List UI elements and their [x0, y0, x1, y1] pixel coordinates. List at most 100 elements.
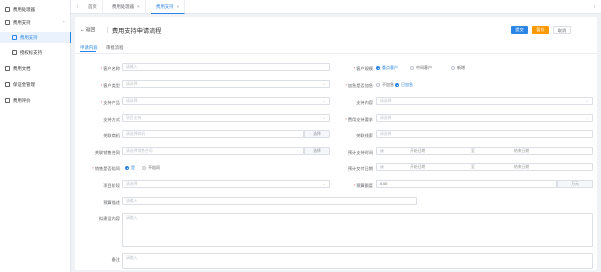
divider [107, 27, 108, 33]
expected-start-label: 预计支持时间 [347, 150, 373, 155]
need-visit-option-yes[interactable]: 是 [125, 165, 135, 171]
expected-finish-range[interactable]: ▦ [376, 163, 593, 171]
select-business-button[interactable]: 选择 [304, 130, 330, 138]
radio-unchecked-icon [376, 83, 380, 87]
range-end-placeholder: 结束日期 [514, 149, 530, 153]
tab-label: 首页 [88, 4, 97, 9]
chevron-down-icon: ⌄ [585, 115, 589, 120]
sidebar-item-fee-processor[interactable]: 费用处理器 [0, 4, 71, 15]
customer-type-select[interactable]: 请选择 ⌄ [122, 80, 330, 88]
select-placeholder: 请选择 [126, 182, 138, 186]
project-content-textarea[interactable]: 请输入 [122, 213, 593, 247]
budget-input[interactable]: 0.00 [376, 180, 557, 188]
remark-label: 备注 [111, 257, 120, 262]
range-start-placeholder: 开始日期 [410, 165, 426, 169]
chevron-down-icon: ⌄ [322, 181, 326, 186]
radio-checked-icon [395, 83, 399, 87]
main-card: ← 返回 费用支持申请流程 提交 暂存 取消 申请内容 审批流程 *客户名称 请… [75, 17, 597, 270]
radio-unchecked-icon [410, 66, 414, 70]
back-button[interactable]: ← 返回 [80, 27, 95, 33]
support-method-label: 支持方式 [103, 117, 120, 122]
document-icon [12, 50, 17, 55]
sidebar-item-deposit[interactable]: 保证金管理 [0, 79, 71, 90]
support-product-label: *支持产品 [100, 100, 120, 105]
related-clue-label: 关联线索 [356, 133, 373, 138]
radio-unchecked-icon [451, 66, 455, 70]
customer-type-label: *客户类型 [100, 83, 120, 88]
range-separator: 至 [471, 149, 475, 153]
sidebar-item-label: 保证金管理 [13, 81, 35, 87]
document-icon [12, 35, 17, 40]
close-icon[interactable]: × [177, 4, 180, 9]
sidebar-item-label: 授权标支持 [20, 49, 42, 55]
sidebar-item-fee-support[interactable]: 费用支持 [0, 32, 71, 43]
star-icon [5, 98, 10, 103]
budget-label: *预算额度 [353, 183, 373, 188]
chevron-down-icon: ⌄ [322, 81, 326, 86]
radio-checked-icon [376, 66, 380, 70]
cancel-button[interactable]: 取消 [553, 26, 571, 34]
customer-size-option-mid[interactable]: 中间客户 [410, 65, 432, 71]
select-order-button[interactable]: 选择 [304, 147, 330, 155]
budget-desc-input[interactable]: 请输入 [122, 197, 417, 205]
wallet-icon [5, 82, 10, 87]
related-order-input[interactable]: 请选择销售合同 [122, 147, 304, 155]
sidebar-item-label: 费用支持 [20, 34, 38, 40]
tab-approval-flow[interactable]: 审批流程 [106, 45, 124, 51]
urgent-option-yes[interactable]: 已加急 [395, 82, 413, 88]
range-end-placeholder: 结束日期 [514, 165, 530, 169]
page-title: 费用支持申请流程 [112, 28, 162, 35]
range-separator: 至 [471, 165, 475, 169]
customer-size-label: *客户规模 [353, 66, 373, 71]
close-icon[interactable]: × [137, 4, 140, 9]
related-business-label: 关联商机 [103, 133, 120, 138]
sidebar-item-fee-support-group[interactable]: 费用支持 ⌃ [0, 17, 71, 28]
expected-start-range[interactable]: ▦ [376, 147, 593, 155]
chevron-down-icon: ⌄ [322, 115, 326, 120]
budget-unit: 万元 [557, 180, 593, 188]
submit-button[interactable]: 提交 [511, 26, 528, 34]
sidebar-item-fee-evaluation[interactable]: 费用评价 [0, 95, 71, 106]
tab-bar: ‹ 首页 费用处理器 × 费用支持 × › [71, 0, 601, 14]
select-placeholder: 请选择 [126, 82, 138, 86]
customer-size-option-new[interactable]: 新增 [451, 65, 465, 71]
divider [75, 53, 597, 54]
sidebar-item-authorized-support[interactable]: 授权标支持 [0, 47, 71, 58]
tab-home[interactable]: 首页 [83, 0, 103, 14]
need-visit-option-no[interactable]: 不陪同 [142, 165, 160, 171]
select-placeholder: 请选择 [126, 99, 138, 103]
select-placeholder: 项目支持 [126, 116, 142, 120]
customer-size-option-key[interactable]: 重点客户 [376, 65, 398, 71]
tab-fee-processor[interactable]: 费用处理器 × [107, 0, 146, 14]
sidebar-item-label: 费用文档 [13, 65, 31, 71]
support-content-select[interactable]: 请选择 ⌄ [376, 97, 593, 105]
related-business-input[interactable]: 请选择商机 [122, 130, 304, 138]
chevron-right-icon[interactable]: › [591, 3, 598, 11]
need-visit-label: *销售是否陪同 [92, 166, 120, 171]
tab-fee-support[interactable]: 费用支持 × [151, 0, 186, 14]
select-placeholder: 请选择 [380, 99, 392, 103]
save-draft-button[interactable]: 暂存 [532, 26, 549, 34]
sidebar-item-label: 费用处理器 [13, 6, 35, 12]
radio-checked-icon [125, 166, 129, 170]
customer-name-input[interactable]: 请输入 [122, 63, 330, 71]
chevron-left-icon[interactable]: ‹ [74, 3, 81, 11]
radio-unchecked-icon [142, 166, 146, 170]
range-start-placeholder: 开始日期 [410, 149, 426, 153]
budget-desc-label: 预算描述 [103, 200, 120, 205]
project-stage-select[interactable]: 请选择 ⌄ [122, 180, 330, 188]
support-method-select[interactable]: 项目支持 ⌄ [122, 114, 330, 122]
sidebar-item-fee-document[interactable]: 费用文档 [0, 63, 71, 74]
select-placeholder: 请选择 [380, 116, 392, 120]
chevron-down-icon: ⌄ [322, 98, 326, 103]
urgent-option-no[interactable]: 不加急 [376, 82, 394, 88]
remark-textarea[interactable]: 请输入 [122, 253, 593, 269]
project-content-label: 拟建设内容 [99, 216, 120, 221]
grid-icon [5, 7, 10, 12]
related-clue-input[interactable]: 请选择 [376, 130, 593, 138]
support-product-select[interactable]: 请选择 ⌄ [122, 97, 330, 105]
expected-finish-label: 预计交付日期 [347, 166, 373, 171]
folder-icon [5, 20, 10, 25]
calendar-icon: ▦ [380, 149, 384, 153]
content-requirement-select[interactable]: 请选择 ⌄ [376, 114, 593, 122]
